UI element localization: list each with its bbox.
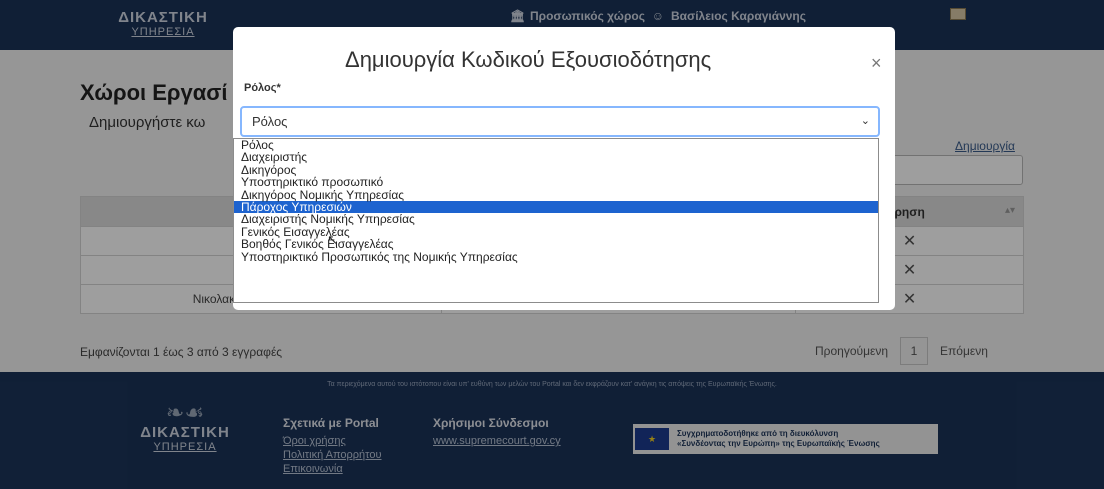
role-select-value: Ρόλος	[252, 114, 288, 129]
role-option[interactable]: Υποστηρικτικό Προσωπικός της Νομικής Υπη…	[234, 250, 878, 263]
mouse-cursor-icon: ↖	[327, 232, 338, 247]
role-option[interactable]: Διαχειριστής	[234, 151, 878, 164]
role-option[interactable]: Διαχειριστής Νομικής Υπηρεσίας	[234, 213, 878, 226]
role-option[interactable]: Ρόλος	[234, 139, 878, 152]
modal-title: Δημιουργία Κωδικού Εξουσιοδότησης	[345, 47, 712, 72]
role-option[interactable]: Υποστηρικτικό προσωπικό	[234, 176, 878, 189]
role-dropdown-list: Ρόλος Διαχειριστής Δικηγόρος Υποστηρικτι…	[233, 138, 879, 303]
close-icon[interactable]: ×	[871, 53, 882, 74]
role-select[interactable]: Ρόλος ⌄	[240, 106, 880, 137]
chevron-down-icon: ⌄	[860, 115, 870, 127]
role-label: Ρόλος*	[244, 82, 281, 94]
